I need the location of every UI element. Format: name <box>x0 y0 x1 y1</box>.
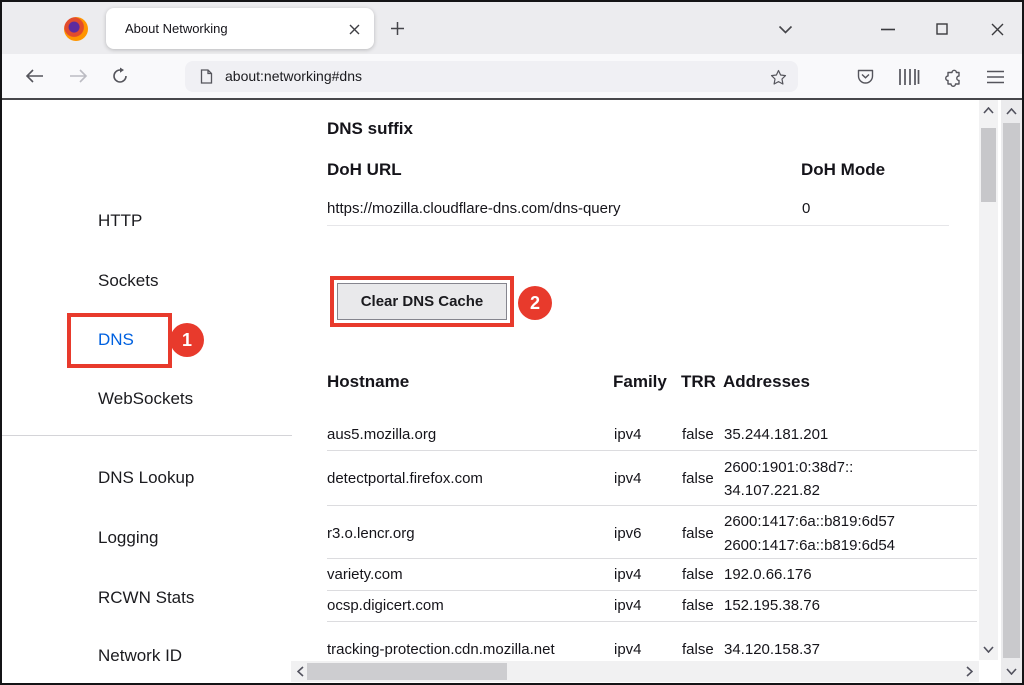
back-icon[interactable] <box>22 65 46 87</box>
row-divider <box>327 558 977 559</box>
dns-suffix-heading: DNS suffix <box>327 119 413 139</box>
doh-row-divider <box>327 225 949 226</box>
content-horizontal-scrollbar[interactable] <box>291 661 979 682</box>
col-header-trr: TRR <box>681 372 716 392</box>
table-row-address: 192.0.66.176 <box>724 566 812 583</box>
doh-mode-value: 0 <box>802 200 810 217</box>
row-divider <box>327 505 977 506</box>
table-row-trr: false <box>682 566 714 583</box>
scrollbar-thumb[interactable] <box>1003 123 1020 658</box>
tab-bar: About Networking <box>2 2 1022 54</box>
table-row-hostname: ocsp.digicert.com <box>327 597 444 614</box>
navigation-toolbar: about:networking#dns <box>2 54 1022 100</box>
sidebar-item-websockets[interactable]: WebSockets <box>98 389 193 409</box>
annotation-badge-2: 2 <box>518 286 552 320</box>
url-text: about:networking#dns <box>225 61 362 92</box>
forward-icon[interactable] <box>66 65 90 87</box>
table-row-family: ipv4 <box>614 597 642 614</box>
doh-url-heading: DoH URL <box>327 160 402 180</box>
tab-list-chevron-icon[interactable] <box>774 22 796 36</box>
table-row-trr: false <box>682 470 714 487</box>
minimize-icon[interactable] <box>876 22 900 36</box>
sidebar-item-logging[interactable]: Logging <box>98 528 159 548</box>
sidebar-item-dns-lookup[interactable]: DNS Lookup <box>98 468 194 488</box>
table-row-hostname: detectportal.firefox.com <box>327 470 483 487</box>
table-row-family: ipv4 <box>614 641 642 658</box>
doh-mode-heading: DoH Mode <box>801 160 885 180</box>
annotation-rect-dns <box>67 313 172 368</box>
reload-icon[interactable] <box>108 64 132 88</box>
scroll-right-icon[interactable] <box>962 664 977 679</box>
annotation-badge-1: 1 <box>170 323 204 357</box>
col-header-addresses: Addresses <box>723 372 810 392</box>
tab-about-networking[interactable]: About Networking <box>106 8 374 49</box>
row-divider <box>327 590 977 591</box>
extensions-icon[interactable] <box>941 66 965 88</box>
table-row-address: 35.244.181.201 <box>724 426 828 443</box>
bookmark-star-icon[interactable] <box>768 67 788 87</box>
scroll-down-icon[interactable] <box>1004 664 1019 679</box>
table-row-trr: false <box>682 641 714 658</box>
table-row-trr: false <box>682 426 714 443</box>
table-row-address: 2600:1417:6a::b819:6d54 <box>724 537 895 554</box>
library-icon[interactable] <box>896 66 922 88</box>
col-header-family: Family <box>613 372 667 392</box>
doh-url-value: https://mozilla.cloudflare-dns.com/dns-q… <box>327 200 620 217</box>
table-row-address: 2600:1901:0:38d7:: <box>724 459 853 476</box>
table-row-hostname: aus5.mozilla.org <box>327 426 436 443</box>
scrollbar-thumb[interactable] <box>981 128 996 202</box>
table-row-family: ipv4 <box>614 426 642 443</box>
browser-window: About Networking <box>0 0 1024 685</box>
table-row-hostname: variety.com <box>327 566 403 583</box>
table-row-hostname: tracking-protection.cdn.mozilla.net <box>327 641 555 658</box>
clear-dns-cache-button[interactable]: Clear DNS Cache <box>337 283 507 320</box>
scroll-down-icon[interactable] <box>981 642 996 657</box>
sidebar-item-network-id[interactable]: Network ID <box>98 646 182 666</box>
table-row-trr: false <box>682 597 714 614</box>
row-divider <box>327 450 977 451</box>
close-icon[interactable] <box>986 18 1008 40</box>
content-vertical-scrollbar[interactable] <box>979 100 998 660</box>
row-divider <box>327 621 977 622</box>
url-bar[interactable]: about:networking#dns <box>185 61 798 92</box>
table-row-address: 34.107.221.82 <box>724 482 820 499</box>
menu-icon[interactable] <box>983 66 1007 88</box>
sidebar-item-rcwn-stats[interactable]: RCWN Stats <box>98 588 194 608</box>
page-icon <box>198 68 214 85</box>
firefox-logo-icon <box>64 17 88 41</box>
col-header-hostname: Hostname <box>327 372 409 392</box>
table-row-family: ipv4 <box>614 566 642 583</box>
pocket-icon[interactable] <box>853 66 877 88</box>
scroll-left-icon[interactable] <box>293 664 308 679</box>
tab-close-icon[interactable] <box>346 21 362 37</box>
scrollbar-thumb[interactable] <box>307 663 507 680</box>
new-tab-icon[interactable] <box>388 19 406 37</box>
sidebar-item-sockets[interactable]: Sockets <box>98 271 158 291</box>
table-row-family: ipv4 <box>614 470 642 487</box>
table-row-family: ipv6 <box>614 525 642 542</box>
scroll-up-icon[interactable] <box>981 103 996 118</box>
tab-title: About Networking <box>125 8 228 49</box>
sidebar-divider <box>2 435 292 436</box>
table-row-address: 2600:1417:6a::b819:6d57 <box>724 513 895 530</box>
table-row-address: 152.195.38.76 <box>724 597 820 614</box>
maximize-icon[interactable] <box>931 18 953 40</box>
sidebar-item-http[interactable]: HTTP <box>98 211 142 231</box>
scroll-up-icon[interactable] <box>1004 104 1019 119</box>
table-row-address: 34.120.158.37 <box>724 641 820 658</box>
window-vertical-scrollbar[interactable] <box>1001 100 1022 683</box>
table-row-trr: false <box>682 525 714 542</box>
table-row-hostname: r3.o.lencr.org <box>327 525 415 542</box>
